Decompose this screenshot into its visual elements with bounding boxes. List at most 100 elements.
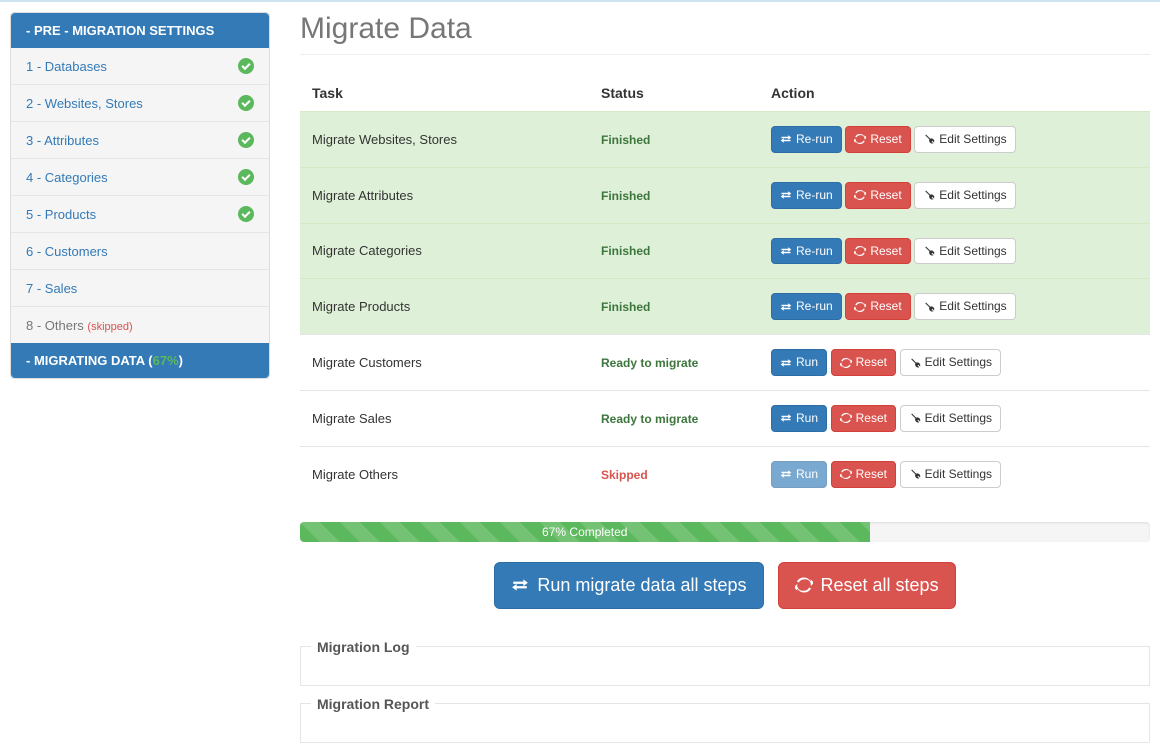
sidebar-item-label: 8 - Others	[26, 318, 87, 333]
reset-button[interactable]: Reset	[831, 405, 896, 432]
sidebar-item-link[interactable]: 6 - Customers	[26, 244, 108, 259]
sidebar-item-link[interactable]: 2 - Websites, Stores	[26, 96, 143, 111]
skipped-tag: (skipped)	[87, 321, 132, 333]
pre-migration-header: - PRE - MIGRATION SETTINGS	[11, 13, 269, 48]
transfer-icon	[780, 412, 792, 424]
reset-all-button[interactable]: Reset all steps	[778, 562, 956, 609]
edit-settings-button[interactable]: Edit Settings	[900, 461, 1001, 488]
sidebar-item-link[interactable]: 4 - Categories	[26, 170, 108, 185]
check-icon	[238, 95, 254, 111]
wrench-icon	[909, 412, 921, 424]
sidebar-item[interactable]: 6 - Customers	[11, 233, 269, 270]
run-button[interactable]: Run	[771, 405, 827, 432]
wrench-icon	[923, 301, 935, 313]
sidebar-item-link[interactable]: 5 - Products	[26, 207, 96, 222]
wrench-icon	[923, 189, 935, 201]
transfer-icon	[780, 189, 792, 201]
sidebar-item-link[interactable]: 7 - Sales	[26, 281, 77, 296]
sidebar-item[interactable]: 3 - Attributes	[11, 122, 269, 159]
status-badge: Ready to migrate	[601, 356, 698, 370]
reset-button[interactable]: Reset	[845, 182, 910, 209]
refresh-icon	[840, 412, 852, 424]
sidebar-item[interactable]: 2 - Websites, Stores	[11, 85, 269, 122]
edit-settings-button[interactable]: Edit Settings	[914, 238, 1015, 265]
edit-settings-button[interactable]: Edit Settings	[914, 182, 1015, 209]
task-cell: Migrate Customers	[300, 335, 589, 391]
sidebar-item-link[interactable]: 1 - Databases	[26, 59, 107, 74]
run-button[interactable]: Re-run	[771, 238, 842, 265]
task-table: Task Status Action Migrate Websites, Sto…	[300, 75, 1150, 502]
status-badge: Skipped	[601, 468, 648, 482]
wrench-icon	[909, 357, 921, 369]
refresh-icon	[840, 357, 852, 369]
table-row: Migrate Others Skipped Run Reset Edit Sett…	[300, 446, 1150, 501]
migrating-pct: 67%	[153, 353, 179, 368]
col-status: Status	[589, 75, 759, 112]
migration-log-title: Migration Log	[311, 639, 416, 655]
wrench-icon	[923, 245, 935, 257]
run-button[interactable]: Re-run	[771, 293, 842, 320]
task-cell: Migrate Products	[300, 279, 589, 335]
sidebar-item[interactable]: 8 - Others (skipped)	[11, 307, 269, 343]
sidebar-item-link[interactable]: 3 - Attributes	[26, 133, 99, 148]
run-all-button[interactable]: Run migrate data all steps	[494, 562, 763, 609]
refresh-icon	[854, 245, 866, 257]
refresh-icon	[854, 301, 866, 313]
col-action: Action	[759, 75, 1150, 112]
run-button: Run	[771, 461, 827, 488]
reset-button[interactable]: Reset	[831, 461, 896, 488]
check-icon	[238, 132, 254, 148]
col-task: Task	[300, 75, 589, 112]
table-row: Migrate Websites, Stores Finished Re-run R…	[300, 112, 1150, 168]
status-badge: Finished	[601, 300, 650, 314]
transfer-icon	[780, 133, 792, 145]
progress-bar-container: 67% Completed	[300, 522, 1150, 542]
run-button[interactable]: Re-run	[771, 126, 842, 153]
edit-settings-button[interactable]: Edit Settings	[914, 293, 1015, 320]
transfer-icon	[780, 468, 792, 480]
status-badge: Finished	[601, 244, 650, 258]
progress-bar: 67% Completed	[300, 522, 870, 542]
reset-button[interactable]: Reset	[845, 126, 910, 153]
sidebar-item[interactable]: 1 - Databases	[11, 48, 269, 85]
task-cell: Migrate Sales	[300, 390, 589, 446]
run-button[interactable]: Re-run	[771, 182, 842, 209]
transfer-icon	[511, 576, 529, 594]
refresh-icon	[854, 189, 866, 201]
migration-report-title: Migration Report	[311, 696, 435, 712]
reset-button[interactable]: Reset	[831, 349, 896, 376]
refresh-icon	[840, 468, 852, 480]
table-row: Migrate Customers Ready to migrate Run Res…	[300, 335, 1150, 391]
table-row: Migrate Products Finished Re-run Reset Edi…	[300, 279, 1150, 335]
task-cell: Migrate Categories	[300, 223, 589, 279]
status-badge: Ready to migrate	[601, 412, 698, 426]
edit-settings-button[interactable]: Edit Settings	[900, 349, 1001, 376]
refresh-icon	[854, 133, 866, 145]
migration-log-panel: Migration Log	[300, 639, 1150, 686]
reset-button[interactable]: Reset	[845, 293, 910, 320]
transfer-icon	[780, 301, 792, 313]
migrating-data-header: - MIGRATING DATA (67%)	[11, 343, 269, 378]
check-icon	[238, 206, 254, 222]
table-row: Migrate Categories Finished Re-run Reset E…	[300, 223, 1150, 279]
run-button[interactable]: Run	[771, 349, 827, 376]
status-badge: Finished	[601, 189, 650, 203]
check-icon	[238, 58, 254, 74]
wrench-icon	[923, 133, 935, 145]
edit-settings-button[interactable]: Edit Settings	[900, 405, 1001, 432]
task-cell: Migrate Others	[300, 446, 589, 501]
main-content: Migrate Data Task Status Action Migrate …	[300, 12, 1150, 743]
sidebar: - PRE - MIGRATION SETTINGS 1 - Databases…	[10, 12, 270, 743]
transfer-icon	[780, 245, 792, 257]
sidebar-item[interactable]: 5 - Products	[11, 196, 269, 233]
sidebar-item[interactable]: 4 - Categories	[11, 159, 269, 196]
reset-button[interactable]: Reset	[845, 238, 910, 265]
sidebar-item[interactable]: 7 - Sales	[11, 270, 269, 307]
refresh-icon	[795, 576, 813, 594]
task-cell: Migrate Websites, Stores	[300, 112, 589, 168]
page-title: Migrate Data	[300, 12, 1150, 55]
transfer-icon	[780, 357, 792, 369]
table-row: Migrate AttributesFinishedRe-run Reset E…	[300, 167, 1150, 223]
edit-settings-button[interactable]: Edit Settings	[914, 126, 1015, 153]
status-badge: Finished	[601, 133, 650, 147]
